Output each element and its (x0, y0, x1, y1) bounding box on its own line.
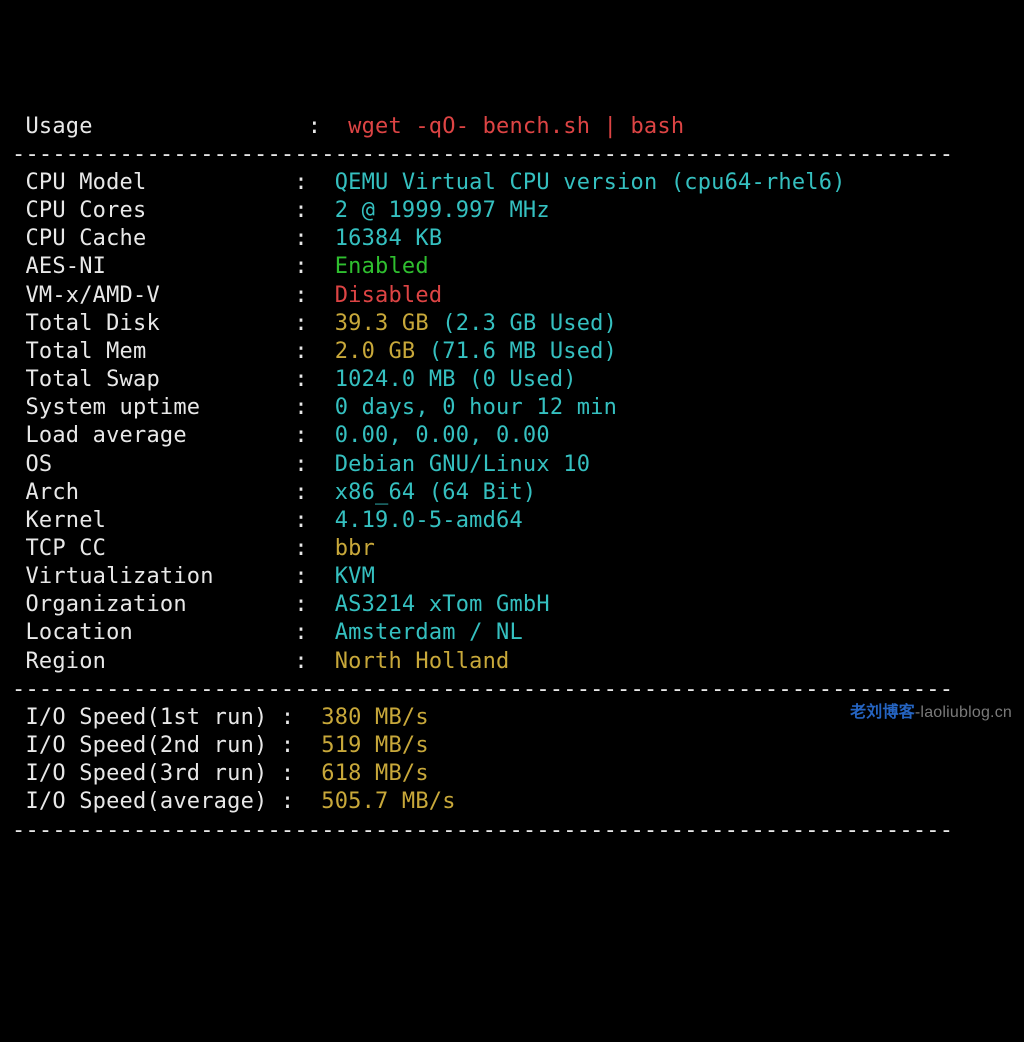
row-label: TCP CC (12, 536, 294, 561)
row-value: Amsterdam / NL (335, 620, 523, 645)
row-label: Total Mem (12, 339, 294, 364)
row-sep: : (294, 592, 334, 617)
row-value: Debian GNU/Linux 10 (335, 452, 590, 477)
row-sep: : (294, 423, 334, 448)
watermark: 老刘博客-laoliublog.cn (850, 703, 1012, 723)
row-sep: : (294, 226, 334, 251)
row-value: QEMU Virtual CPU version (cpu64-rhel6) (335, 170, 846, 195)
terminal-output: Usage : wget -qO- bench.sh | bash ------… (12, 113, 1012, 845)
usage-label: Usage (12, 114, 93, 139)
row-value: 0 days, 0 hour 12 min (335, 395, 617, 420)
divider-mid: ----------------------------------------… (12, 677, 953, 702)
row-label: VM-x/AMD-V (12, 283, 294, 308)
io-value: 618 MB/s (321, 761, 429, 786)
row-value: 4.19.0-5-amd64 (335, 508, 523, 533)
row-value: 0.00, 0.00, 0.00 (335, 423, 550, 448)
row-sep: : (294, 620, 334, 645)
row-value: x86_64 (64 Bit) (335, 480, 537, 505)
row-value: 2 @ 1999.997 MHz (335, 198, 550, 223)
row-label: Virtualization (12, 564, 294, 589)
row-value: KVM (335, 564, 375, 589)
io-label: I/O Speed(average) (12, 789, 281, 814)
row-label: Kernel (12, 508, 294, 533)
divider-top: ----------------------------------------… (12, 142, 953, 167)
row-sep: : (294, 395, 334, 420)
row-sep: : (294, 367, 334, 392)
row-sep: : (294, 649, 334, 674)
row-label: AES-NI (12, 254, 294, 279)
row-suffix: (71.6 MB Used) (415, 339, 617, 364)
io-value: 380 MB/s (321, 705, 429, 730)
row-sep: : (294, 536, 334, 561)
row-label: CPU Cache (12, 226, 294, 251)
row-label: Organization (12, 592, 294, 617)
row-sep: : (294, 452, 334, 477)
row-value: 16384 KB (335, 226, 443, 251)
io-sep: : (281, 761, 321, 786)
io-value: 519 MB/s (321, 733, 429, 758)
watermark-sub: -laoliublog.cn (915, 704, 1012, 721)
row-sep: : (294, 170, 334, 195)
row-value: bbr (335, 536, 375, 561)
row-sep: : (294, 339, 334, 364)
row-label: CPU Model (12, 170, 294, 195)
row-suffix: (2.3 GB Used) (429, 311, 617, 336)
row-label: Load average (12, 423, 294, 448)
row-value: 1024.0 MB (0 Used) (335, 367, 577, 392)
row-value: Disabled (335, 283, 443, 308)
row-label: Arch (12, 480, 294, 505)
row-label: System uptime (12, 395, 294, 420)
row-sep: : (294, 508, 334, 533)
io-label: I/O Speed(1st run) (12, 705, 281, 730)
row-value: 39.3 GB (335, 311, 429, 336)
row-label: Region (12, 649, 294, 674)
row-label: Total Swap (12, 367, 294, 392)
io-label: I/O Speed(3rd run) (12, 761, 281, 786)
divider-bottom: ----------------------------------------… (12, 818, 953, 843)
row-value: 2.0 GB (335, 339, 416, 364)
row-value: AS3214 xTom GmbH (335, 592, 550, 617)
row-sep: : (294, 480, 334, 505)
row-value: Enabled (335, 254, 429, 279)
io-sep: : (281, 789, 321, 814)
io-sep: : (281, 733, 321, 758)
io-sep: : (281, 705, 321, 730)
row-label: CPU Cores (12, 198, 294, 223)
row-sep: : (294, 283, 334, 308)
row-sep: : (294, 564, 334, 589)
sysinfo-rows: CPU Model : QEMU Virtual CPU version (cp… (12, 169, 1012, 676)
row-label: Location (12, 620, 294, 645)
row-label: Total Disk (12, 311, 294, 336)
io-label: I/O Speed(2nd run) (12, 733, 281, 758)
row-value: North Holland (335, 649, 510, 674)
watermark-main: 老刘博客 (850, 704, 915, 721)
row-sep: : (294, 311, 334, 336)
row-label: OS (12, 452, 294, 477)
row-sep: : (294, 254, 334, 279)
usage-value: wget -qO- bench.sh | bash (348, 114, 684, 139)
io-value: 505.7 MB/s (321, 789, 455, 814)
row-sep: : (294, 198, 334, 223)
